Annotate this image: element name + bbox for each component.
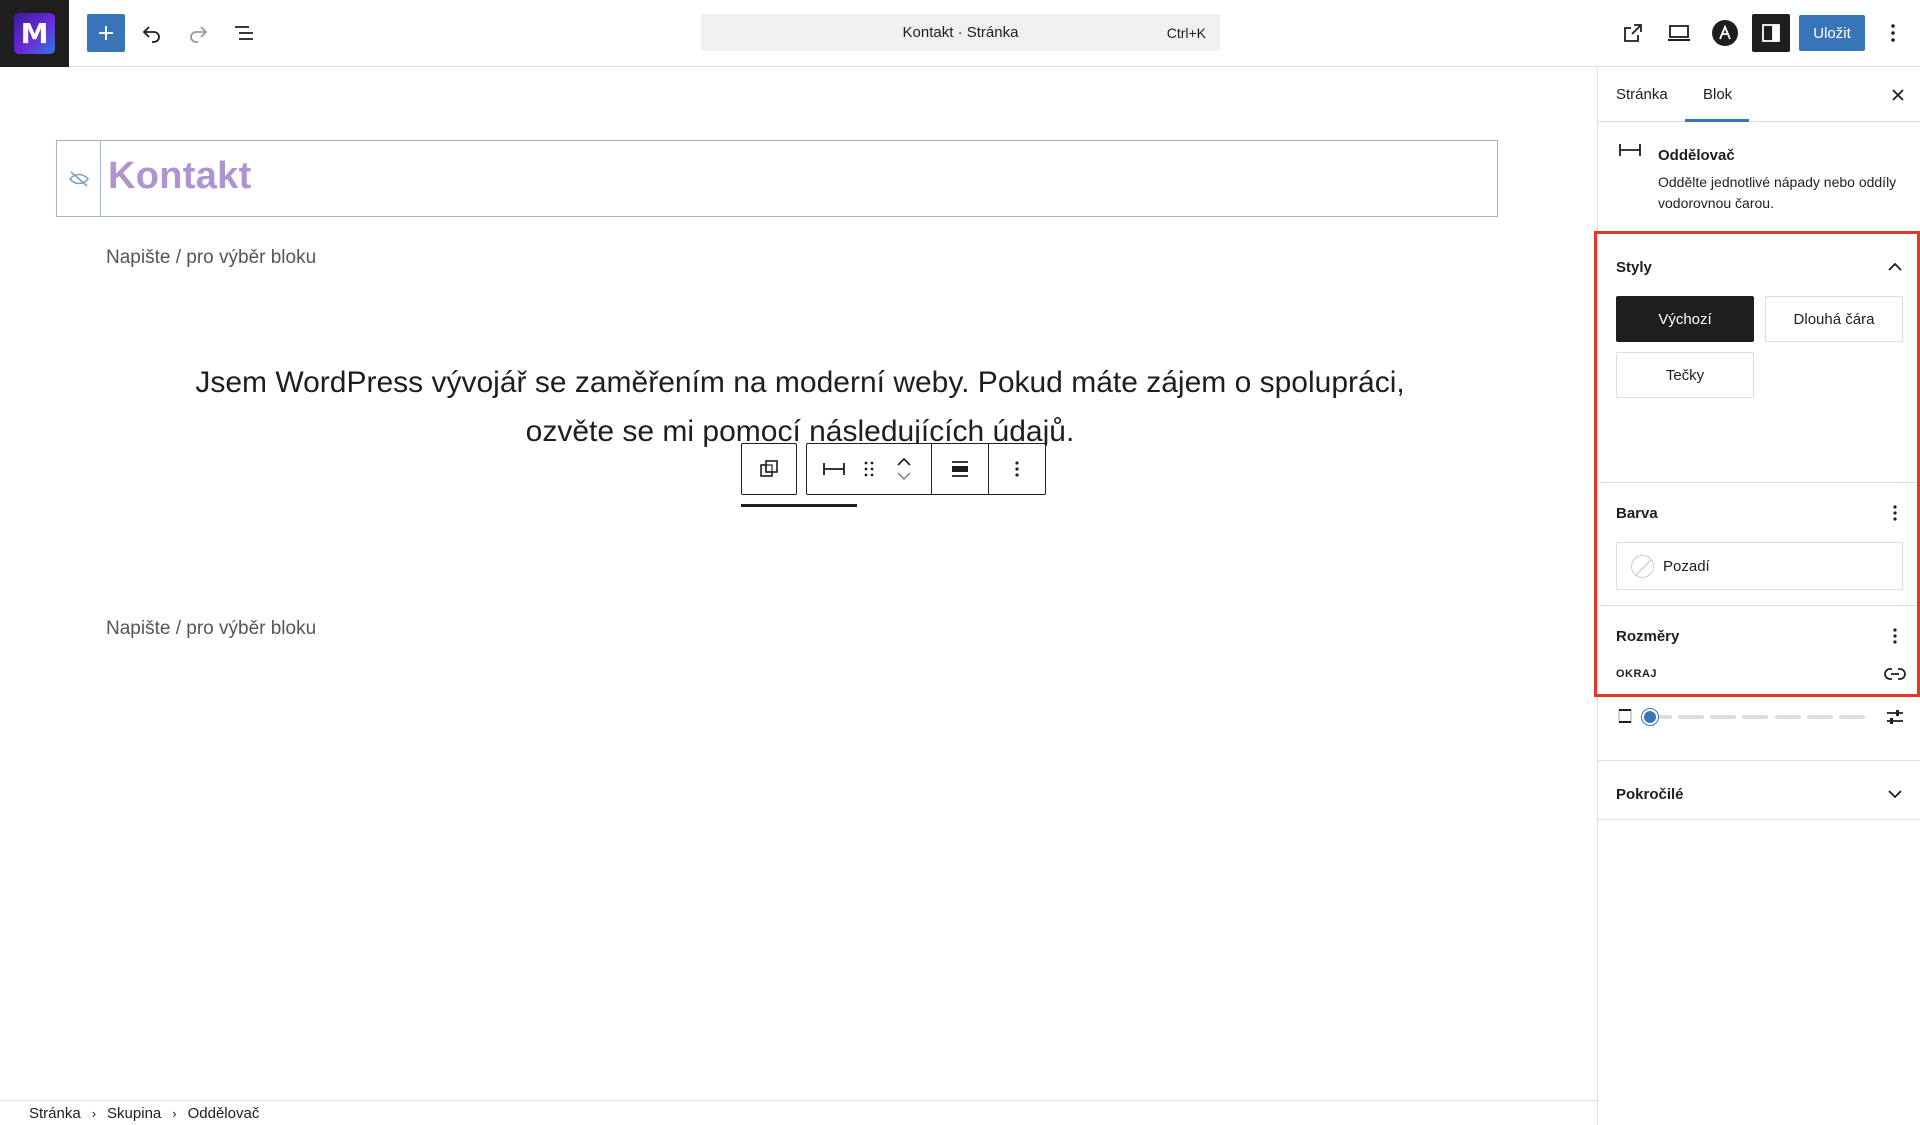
- styles-panel-title[interactable]: Styly: [1616, 259, 1652, 276]
- dimensions-options-button[interactable]: [1883, 624, 1907, 648]
- command-shortcut: Ctrl+K: [1166, 25, 1206, 41]
- list-view-icon: [235, 26, 253, 40]
- block-card: Oddělovač Oddělte jednotlivé nápady nebo…: [1598, 122, 1920, 232]
- move-buttons: [877, 444, 931, 494]
- redo-icon: [190, 26, 208, 43]
- styles-panel: Styly Výchozí Dlouhá čára Tečky: [1598, 232, 1920, 482]
- more-vertical-icon: [1893, 628, 1897, 644]
- heading-block[interactable]: Kontakt: [56, 140, 1498, 217]
- more-vertical-icon: [1891, 24, 1895, 42]
- styles-panel-toggle[interactable]: [1883, 255, 1907, 279]
- page-heading[interactable]: Kontakt: [108, 155, 252, 198]
- undo-icon: [142, 26, 160, 43]
- sidebar-tabs: Stránka Blok: [1598, 67, 1920, 122]
- custom-margin-button[interactable]: [1883, 705, 1907, 729]
- advanced-panel-toggle[interactable]: [1883, 782, 1907, 806]
- undo-button[interactable]: [133, 14, 171, 52]
- breadcrumb-separator: ›: [172, 1105, 177, 1121]
- editor-canvas: Kontakt Napište / pro výběr bloku Jsem W…: [0, 67, 1597, 1101]
- external-link-icon: [1624, 24, 1642, 42]
- separator-icon: [1618, 142, 1642, 163]
- chevron-up-icon: [1888, 263, 1902, 271]
- more-vertical-icon: [1893, 505, 1897, 521]
- tab-page[interactable]: Stránka: [1616, 86, 1668, 103]
- block-controls-group: [806, 443, 1046, 495]
- margin-slider-thumb[interactable]: [1642, 709, 1658, 725]
- breadcrumb-separator: ›: [91, 1105, 97, 1121]
- sliders-icon: [1887, 710, 1903, 724]
- paragraph-block[interactable]: Jsem WordPress vývojář se zaměřením na m…: [180, 358, 1420, 456]
- options-menu-button[interactable]: [1875, 14, 1911, 52]
- chevron-down-icon[interactable]: [897, 472, 911, 480]
- advanced-panel: Pokročilé: [1598, 760, 1920, 820]
- align-full-icon: [952, 461, 968, 477]
- document-overview-button[interactable]: [225, 14, 263, 52]
- drag-handle[interactable]: [861, 444, 877, 494]
- site-logo-button[interactable]: M: [0, 0, 69, 67]
- document-title: Kontakt · Stránka: [902, 24, 1019, 41]
- separator-icon: [823, 463, 845, 475]
- link-icon: [1884, 668, 1906, 680]
- style-option-default[interactable]: Výchozí: [1616, 296, 1754, 342]
- margin-label: OKRAJ: [1616, 668, 1658, 680]
- eye-hidden-icon: [68, 170, 89, 187]
- hidden-block-indicator[interactable]: [57, 141, 101, 216]
- empty-block-placeholder[interactable]: Napište / pro výběr bloku: [106, 247, 316, 269]
- dimensions-panel-title: Rozměry: [1616, 628, 1680, 645]
- empty-color-swatch: [1631, 555, 1654, 578]
- desktop-icon: [1668, 25, 1690, 41]
- plus-icon: [99, 26, 113, 40]
- color-panel-title: Barva: [1616, 505, 1658, 522]
- close-sidebar-button[interactable]: [1887, 84, 1909, 106]
- block-breadcrumb: Stránka › Skupina › Oddělovač: [0, 1100, 1597, 1125]
- color-panel: Barva Pozadí: [1598, 482, 1920, 605]
- background-color-label: Pozadí: [1663, 558, 1710, 575]
- chevron-up-icon[interactable]: [897, 458, 911, 466]
- margin-sides-icon: [1616, 707, 1634, 725]
- block-options-button[interactable]: [989, 444, 1045, 494]
- breadcrumb-item-separator[interactable]: Oddělovač: [188, 1105, 260, 1122]
- settings-sidebar: Stránka Blok Oddělovač Oddělte jednotliv…: [1597, 67, 1920, 1125]
- breadcrumb-item-group[interactable]: Skupina: [107, 1105, 161, 1122]
- astra-settings-button[interactable]: [1706, 14, 1744, 52]
- save-button[interactable]: Uložit: [1799, 15, 1865, 51]
- device-preview-button[interactable]: [1660, 14, 1698, 52]
- drag-handle-icon: [864, 461, 874, 477]
- site-logo: M: [14, 13, 55, 54]
- empty-block-placeholder[interactable]: Napište / pro výběr bloku: [106, 618, 316, 640]
- settings-sidebar-toggle[interactable]: [1752, 14, 1790, 52]
- block-card-title: Oddělovač: [1658, 147, 1735, 164]
- command-palette-button[interactable]: Kontakt · Stránka Ctrl+K: [701, 14, 1220, 51]
- color-options-button[interactable]: [1883, 501, 1907, 525]
- unlink-sides-button[interactable]: [1883, 662, 1907, 686]
- editor-topbar: M Kontakt · Stránka Ctrl+K Uložit: [0, 0, 1920, 67]
- select-parent-button[interactable]: [741, 443, 797, 495]
- background-color-button[interactable]: Pozadí: [1616, 542, 1903, 590]
- breadcrumb-item-page[interactable]: Stránka: [29, 1105, 81, 1122]
- sidebar-icon: [1762, 24, 1780, 42]
- add-block-button[interactable]: [87, 14, 125, 52]
- block-toolbar: [741, 443, 1046, 495]
- block-type-button[interactable]: [807, 444, 861, 494]
- redo-button[interactable]: [179, 14, 217, 52]
- astra-icon: [1712, 20, 1738, 46]
- style-option-wide-line[interactable]: Dlouhá čára: [1765, 296, 1903, 342]
- close-icon: [1892, 89, 1904, 101]
- separator-block[interactable]: [741, 504, 857, 507]
- block-card-description: Oddělte jednotlivé nápady nebo oddíly vo…: [1658, 174, 1897, 211]
- align-button[interactable]: [932, 444, 988, 494]
- margin-slider-track[interactable]: [1646, 715, 1865, 719]
- dimensions-panel: Rozměry OKRAJ: [1598, 605, 1920, 760]
- tab-block[interactable]: Blok: [1703, 86, 1732, 103]
- chevron-down-icon: [1888, 790, 1902, 798]
- more-vertical-icon: [1015, 461, 1019, 477]
- view-page-button[interactable]: [1614, 14, 1652, 52]
- style-option-dots[interactable]: Tečky: [1616, 352, 1754, 398]
- advanced-panel-title[interactable]: Pokročilé: [1616, 786, 1684, 803]
- parent-block-icon: [760, 460, 778, 477]
